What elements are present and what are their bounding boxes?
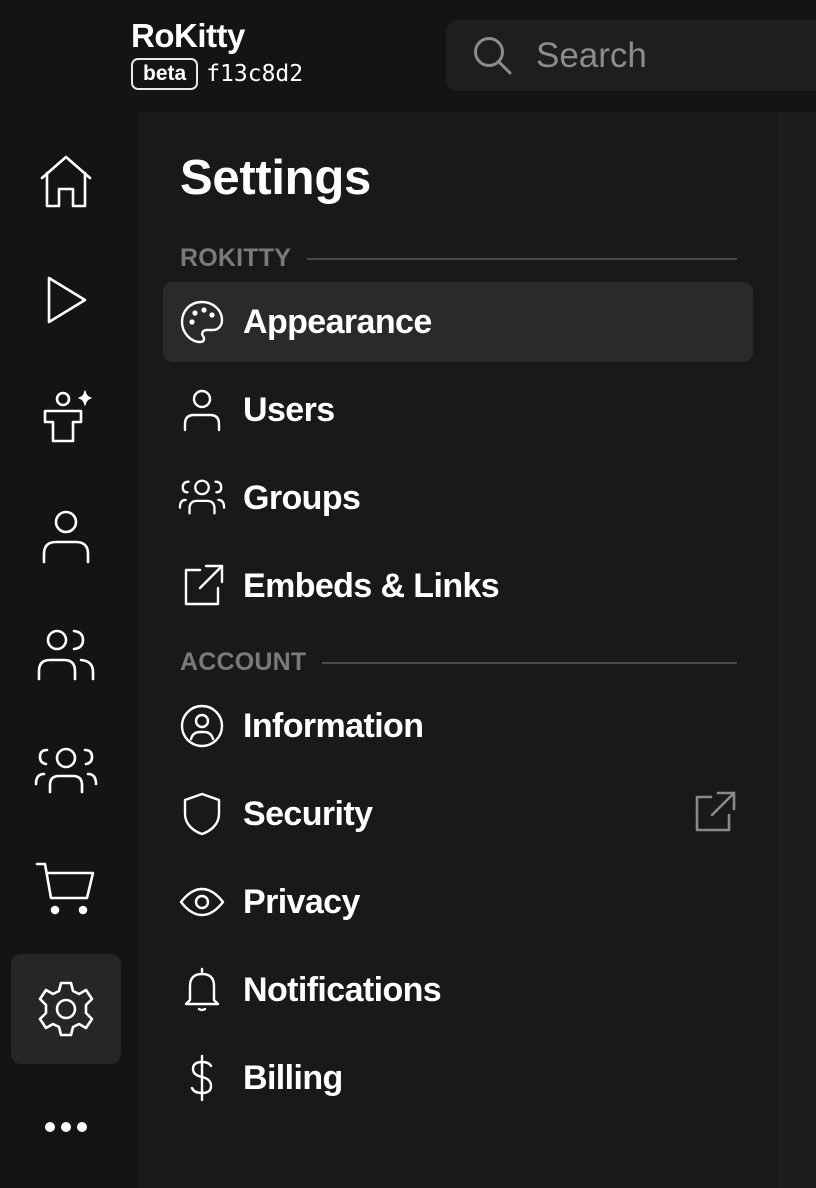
more-icon bbox=[42, 1119, 90, 1135]
menu-label: Appearance bbox=[243, 302, 432, 341]
rail-more-button[interactable] bbox=[11, 1072, 121, 1182]
group-icon bbox=[178, 474, 226, 522]
search-icon bbox=[472, 35, 514, 77]
user-icon bbox=[178, 386, 226, 434]
menu-label: Billing bbox=[243, 1058, 343, 1097]
rail-settings-button[interactable] bbox=[11, 954, 121, 1064]
rail-profile-button[interactable] bbox=[11, 482, 121, 592]
menu-item-notifications[interactable]: Notifications bbox=[163, 950, 753, 1030]
rail-avatar-button[interactable] bbox=[11, 362, 121, 472]
menu-label: Users bbox=[243, 390, 335, 429]
search-box[interactable] bbox=[446, 20, 816, 91]
menu-item-information[interactable]: Information bbox=[163, 686, 753, 766]
gear-icon bbox=[34, 977, 98, 1041]
menu-label: Groups bbox=[243, 478, 361, 517]
rail-home-button[interactable] bbox=[11, 127, 121, 237]
menu-item-security[interactable]: Security bbox=[163, 774, 753, 854]
section-divider bbox=[322, 661, 737, 664]
section-header-rokitty: ROKITTY bbox=[180, 244, 737, 273]
rail-friends-button[interactable] bbox=[11, 599, 121, 709]
avatar-sparkle-icon bbox=[35, 386, 97, 448]
menu-label: Notifications bbox=[243, 970, 442, 1009]
section-header-account: ACCOUNT bbox=[180, 648, 737, 677]
group-icon bbox=[33, 740, 99, 802]
menu-label: Security bbox=[243, 794, 373, 833]
left-rail bbox=[0, 112, 138, 1188]
eye-icon bbox=[178, 878, 226, 926]
play-icon bbox=[35, 269, 97, 331]
commit-hash: f13c8d2 bbox=[206, 61, 304, 87]
user-icon bbox=[35, 506, 97, 568]
section-label: ACCOUNT bbox=[180, 648, 307, 676]
user-circle-icon bbox=[178, 702, 226, 750]
content-area-edge bbox=[778, 112, 816, 1188]
rail-shop-button[interactable] bbox=[11, 834, 121, 944]
search-input[interactable] bbox=[534, 34, 816, 77]
beta-badge: beta bbox=[131, 58, 199, 90]
external-link-icon bbox=[178, 562, 226, 610]
home-icon bbox=[35, 151, 97, 213]
top-bar: RoKitty beta f13c8d2 bbox=[0, 0, 816, 112]
settings-panel: Settings ROKITTY Appearance Users Groups… bbox=[138, 112, 778, 1188]
menu-item-privacy[interactable]: Privacy bbox=[163, 862, 753, 942]
version-row: beta f13c8d2 bbox=[131, 58, 303, 90]
users-icon bbox=[33, 623, 99, 685]
menu-label: Privacy bbox=[243, 882, 360, 921]
menu-item-users[interactable]: Users bbox=[163, 370, 753, 450]
bell-icon bbox=[178, 966, 226, 1014]
menu-item-embeds-links[interactable]: Embeds & Links bbox=[163, 546, 753, 626]
page-title: Settings bbox=[180, 151, 371, 205]
shield-icon bbox=[178, 790, 226, 838]
rail-play-button[interactable] bbox=[11, 245, 121, 355]
external-link-icon bbox=[691, 790, 737, 836]
cart-icon bbox=[33, 858, 99, 920]
dollar-icon bbox=[178, 1054, 226, 1102]
section-divider bbox=[307, 257, 737, 260]
brand[interactable]: RoKitty beta f13c8d2 bbox=[131, 16, 303, 90]
menu-item-appearance[interactable]: Appearance bbox=[163, 282, 753, 362]
menu-label: Embeds & Links bbox=[243, 566, 500, 605]
menu-label: Information bbox=[243, 706, 424, 745]
menu-item-groups[interactable]: Groups bbox=[163, 458, 753, 538]
palette-icon bbox=[178, 298, 226, 346]
app-name: RoKitty bbox=[131, 17, 245, 54]
menu-item-billing[interactable]: Billing bbox=[163, 1038, 753, 1118]
section-label: ROKITTY bbox=[180, 244, 292, 272]
rail-groups-button[interactable] bbox=[11, 716, 121, 826]
